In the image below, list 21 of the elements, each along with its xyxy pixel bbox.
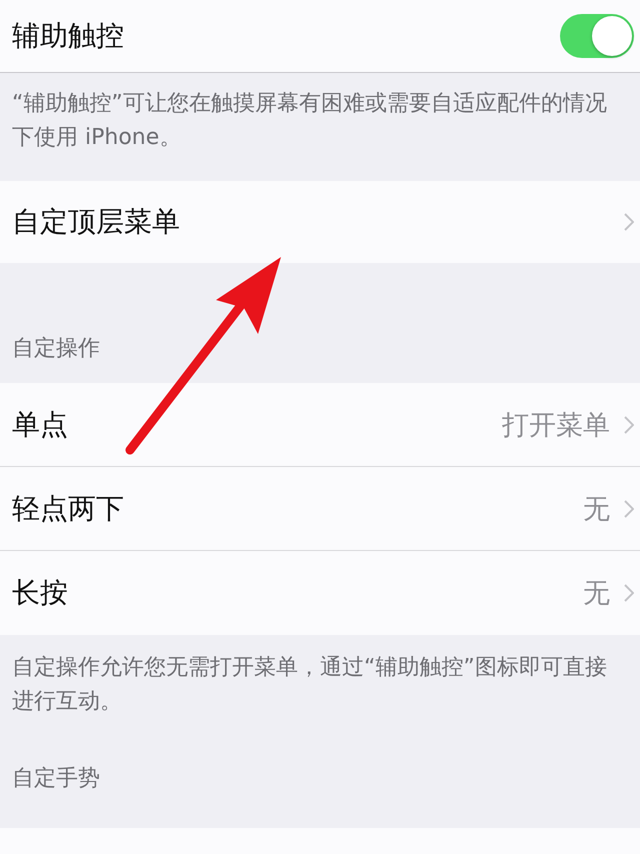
row-value: 无 [583,577,610,611]
chevron-icon [624,416,634,434]
row-label: 单点 [12,406,68,442]
action-row[interactable]: 长按 无 [0,551,640,635]
chevron-icon [624,500,634,518]
chevron-icon [624,584,634,602]
menu-row[interactable]: 自定顶层菜单 [0,181,640,263]
section-header: 自定操作 [11,335,101,363]
action-row[interactable]: 单点 打开菜单 [0,383,640,467]
row-label: 长按 [12,575,68,611]
row-label: 自定顶层菜单 [12,204,180,240]
action-row[interactable]: 轻点两下 无 [0,467,640,551]
chevron-icon [624,213,634,231]
toggle-switch[interactable] [560,14,634,58]
footer-text: 自定操作允许您无需打开菜单，通过“辅助触控”图标即可直接进行互动。 [11,654,608,716]
row-value: 打开菜单 [502,408,610,442]
row-label: 辅助触控 [12,18,124,54]
row-value: 无 [583,492,610,526]
row-label: 轻点两下 [12,490,124,526]
section-header: 自定手势 [11,765,101,793]
footer-text: “辅助触控”可让您在触摸屏幕有困难或需要自适应配件的情况下使用 iPhone。 [11,90,608,152]
